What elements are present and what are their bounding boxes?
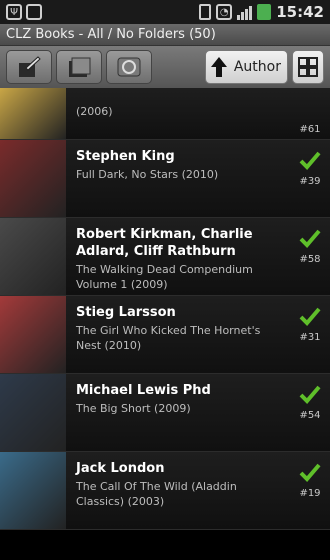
- vibrate-icon: [199, 4, 212, 20]
- grid-view-button[interactable]: [292, 50, 324, 84]
- book-author: Stieg Larsson: [76, 305, 176, 320]
- alarm-icon: ◔: [216, 4, 233, 20]
- book-cover: [0, 218, 66, 295]
- book-list[interactable]: (2006) #61 Stephen King Full Dark, No Stars…: [0, 88, 330, 560]
- book-author: Jack London: [76, 461, 165, 476]
- book-author: Stephen King: [76, 149, 175, 164]
- signal-icon: [237, 4, 253, 20]
- check-icon: [299, 385, 321, 404]
- check-icon: [299, 151, 321, 170]
- book-row[interactable]: Robert Kirkman, Charlie Adlard, Cliff Ra…: [0, 218, 330, 296]
- check-icon: [299, 463, 321, 482]
- sync-icon: [117, 57, 141, 77]
- book-number: #54: [299, 410, 321, 421]
- book-number: #19: [299, 488, 321, 499]
- battery-icon: [257, 4, 272, 20]
- book-number: #61: [299, 124, 321, 135]
- status-bar: Ψ ◔ 15:42: [0, 0, 330, 24]
- book-cover: [0, 296, 66, 373]
- clock: 15:42: [276, 3, 324, 21]
- book-row[interactable]: Jack London The Call Of The Wild (Aladdin…: [0, 452, 330, 530]
- book-row[interactable]: Stephen King Full Dark, No Stars (2010) #3…: [0, 140, 330, 218]
- book-author: Michael Lewis Phd: [76, 383, 211, 398]
- book-title: The Girl Who Kicked The Hornet's Nest (2…: [76, 324, 261, 352]
- book-title: (2006): [76, 105, 113, 118]
- edit-button[interactable]: [6, 50, 52, 84]
- book-cover: [0, 452, 66, 529]
- book-title: The Call Of The Wild (Aladdin Classics) …: [76, 480, 237, 508]
- book-row[interactable]: Stieg Larsson The Girl Who Kicked The Hor…: [0, 296, 330, 374]
- book-number: #39: [299, 176, 321, 187]
- book-number: #58: [299, 254, 321, 265]
- book-author: Robert Kirkman, Charlie Adlard, Cliff Ra…: [76, 227, 253, 259]
- grid-icon: [298, 57, 318, 77]
- book-row[interactable]: (2006) #61: [0, 88, 330, 140]
- book-cover: [0, 88, 66, 139]
- check-icon: [299, 307, 321, 326]
- sd-card-icon: [26, 4, 42, 20]
- book-cover: [0, 140, 66, 217]
- folder-button[interactable]: [56, 50, 102, 84]
- book-title: Full Dark, No Stars (2010): [76, 168, 219, 181]
- toolbar: Author: [0, 46, 330, 88]
- edit-icon: [19, 56, 41, 77]
- book-number: #31: [299, 332, 321, 343]
- check-icon: [299, 229, 321, 248]
- arrow-up-icon: [210, 57, 227, 77]
- sort-label: Author: [233, 59, 281, 75]
- sort-by-author-button[interactable]: Author: [204, 50, 288, 84]
- book-title: The Big Short (2009): [76, 402, 191, 415]
- book-title: The Walking Dead Compendium Volume 1 (20…: [76, 263, 253, 291]
- folder-icon: [69, 57, 91, 77]
- sync-button[interactable]: [106, 50, 152, 84]
- book-row[interactable]: Michael Lewis Phd The Big Short (2009) #54: [0, 374, 330, 452]
- book-cover: [0, 374, 66, 451]
- app-title: CLZ Books - All / No Folders (50): [0, 24, 330, 46]
- usb-icon: Ψ: [6, 4, 22, 20]
